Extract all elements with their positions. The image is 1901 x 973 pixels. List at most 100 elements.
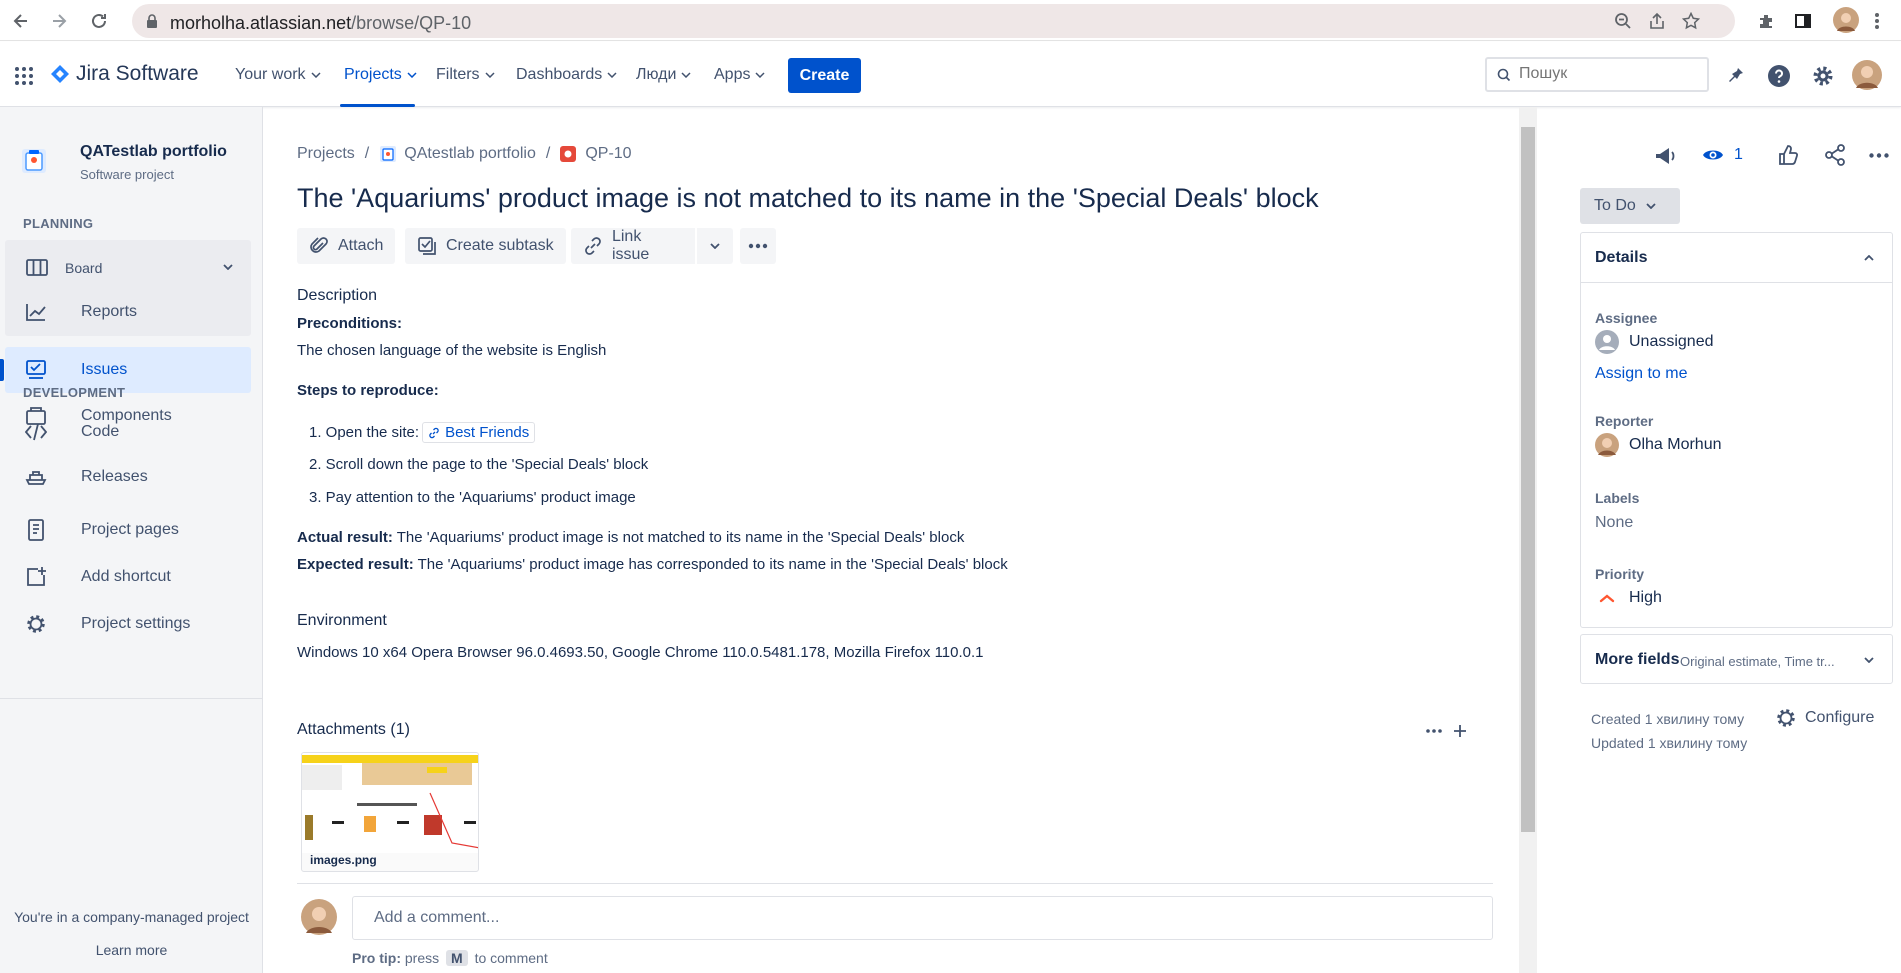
breadcrumb-issue-key[interactable]: QP-10 [585, 145, 631, 163]
details-header[interactable]: Details [1581, 233, 1892, 283]
attachments-more-icon[interactable] [1426, 729, 1442, 733]
unassigned-avatar-icon [1595, 330, 1619, 354]
description-label: Description [297, 287, 378, 304]
nav-dashboards[interactable]: Dashboards [516, 66, 617, 84]
zoom-icon[interactable] [1612, 10, 1634, 32]
issue-title[interactable]: The 'Aquariums' product image is not mat… [297, 183, 1319, 214]
subtask-icon [418, 237, 436, 255]
project-pages-icon [24, 518, 48, 542]
settings-gear-icon [1777, 709, 1795, 727]
priority-value[interactable]: High [1595, 589, 1662, 607]
more-dots-icon[interactable] [1869, 153, 1889, 158]
project-sidebar: QATestlab portfolio Software project PLA… [0, 107, 263, 973]
learn-more-link[interactable]: Learn more [0, 942, 263, 958]
share-icon[interactable] [1646, 10, 1668, 32]
kebab-menu-icon[interactable] [1866, 10, 1888, 32]
issues-icon [24, 358, 48, 382]
issue-main: Projects / QAtestlab portfolio / QP-10 T… [263, 107, 1523, 973]
address-bar[interactable]: morholha.atlassian.net/browse/QP-10 [132, 4, 1735, 38]
search-input[interactable] [1519, 65, 1699, 83]
attachment-preview-image [302, 753, 478, 853]
sidebar-item-reports[interactable]: Reports [5, 289, 251, 335]
attach-button[interactable]: Attach [297, 228, 396, 264]
forward-icon[interactable] [46, 8, 72, 34]
actual-result-label: Actual result: [297, 529, 393, 546]
sidebar-item-board[interactable]: Board [5, 245, 251, 291]
project-avatar[interactable] [20, 147, 48, 175]
app-switcher-icon[interactable] [14, 66, 34, 86]
environment-text[interactable]: Windows 10 x64 Opera Browser 96.0.4693.5… [297, 644, 984, 661]
back-icon[interactable] [8, 8, 34, 34]
sidebar-item-code[interactable]: Code [5, 409, 251, 455]
extensions-icon[interactable] [1755, 10, 1777, 32]
assignee-label: Assignee [1595, 310, 1658, 326]
company-managed-note: You're in a company-managed project [14, 909, 249, 925]
actual-result: Actual result: The 'Aquariums' product i… [297, 529, 964, 546]
nav-filters-label: Filters [436, 66, 480, 83]
nav-your-work[interactable]: Your work [235, 66, 321, 84]
user-avatar[interactable] [1852, 60, 1882, 90]
sidebar-item-project-settings[interactable]: Project settings [5, 601, 251, 647]
nav-projects-label: Projects [344, 66, 402, 83]
jira-logo[interactable]: Jira Software [50, 62, 199, 86]
sidebar-item-reports-label: Reports [81, 303, 138, 320]
link-issue-dropdown[interactable] [697, 228, 733, 264]
assign-to-me-link[interactable]: Assign to me [1595, 365, 1687, 383]
releases-ship-icon [24, 465, 48, 489]
comment-input[interactable]: Add a comment... [352, 896, 1493, 940]
nav-apps[interactable]: Apps [714, 66, 765, 84]
attachment-thumbnail[interactable]: images.png [301, 752, 479, 872]
link-icon [585, 237, 601, 255]
settings-gear-icon[interactable] [1810, 63, 1836, 89]
nav-people[interactable]: Люди [636, 66, 691, 84]
link-issue-button[interactable]: Link issue [571, 228, 695, 264]
sidebar-item-project-pages[interactable]: Project pages [5, 507, 251, 553]
more-actions-button[interactable] [740, 228, 776, 264]
status-dropdown[interactable]: To Do [1580, 188, 1680, 224]
labels-value[interactable]: None [1595, 514, 1633, 532]
pro-tip-label: Pro tip: [352, 950, 401, 966]
more-fields-panel[interactable]: More fields Original estimate, Time tr..… [1580, 634, 1893, 684]
help-icon[interactable] [1766, 63, 1792, 89]
more-dots-icon [748, 243, 768, 249]
paperclip-icon [310, 237, 328, 253]
breadcrumb-project[interactable]: QAtestlab portfolio [404, 145, 536, 163]
labels-label: Labels [1595, 490, 1640, 506]
side-panel-icon[interactable] [1792, 10, 1814, 32]
add-attachment-icon[interactable] [1452, 723, 1468, 739]
link-issue-label: Link issue [611, 228, 650, 263]
sidebar-item-issues-label: Issues [81, 361, 128, 378]
project-name[interactable]: QATestlab portfolio [80, 143, 227, 161]
priority-label: Priority [1595, 566, 1645, 582]
reporter-value[interactable]: Olha Morhun [1595, 433, 1722, 457]
lock-icon[interactable] [146, 14, 158, 28]
scrollbar-thumb[interactable] [1521, 127, 1535, 832]
share-icon[interactable] [1824, 144, 1846, 166]
notifications-icon[interactable] [1722, 63, 1748, 89]
comment-placeholder: Add a comment... [374, 909, 500, 926]
nav-projects[interactable]: Projects [344, 66, 417, 84]
feedback-megaphone-icon[interactable] [1653, 145, 1677, 167]
sidebar-item-add-shortcut[interactable]: Add shortcut [5, 554, 251, 600]
search-field[interactable] [1485, 57, 1709, 92]
reload-icon[interactable] [86, 8, 112, 34]
board-icon [25, 256, 49, 280]
vote-thumb-up-icon[interactable] [1777, 144, 1799, 166]
create-button[interactable]: Create [788, 58, 861, 93]
breadcrumb-projects[interactable]: Projects [297, 145, 355, 163]
profile-avatar[interactable] [1833, 7, 1859, 33]
pro-tip-suffix: to comment [474, 950, 548, 966]
add-shortcut-icon [24, 565, 48, 589]
configure-button[interactable]: Configure [1775, 707, 1874, 729]
watch-button[interactable]: 1 [1702, 146, 1743, 164]
nav-filters[interactable]: Filters [436, 66, 495, 84]
chevron-down-icon[interactable] [223, 264, 233, 270]
bookmark-star-icon[interactable] [1680, 10, 1702, 32]
assignee-value[interactable]: Unassigned [1595, 330, 1714, 354]
status-label: To Do [1594, 197, 1636, 214]
best-friends-link[interactable]: Best Friends [422, 422, 536, 443]
sidebar-item-releases[interactable]: Releases [5, 454, 251, 500]
nav-dashboards-label: Dashboards [516, 66, 603, 83]
create-subtask-button[interactable]: Create subtask [405, 228, 566, 264]
step-1: 1. Open the site: Best Friends [309, 422, 536, 443]
